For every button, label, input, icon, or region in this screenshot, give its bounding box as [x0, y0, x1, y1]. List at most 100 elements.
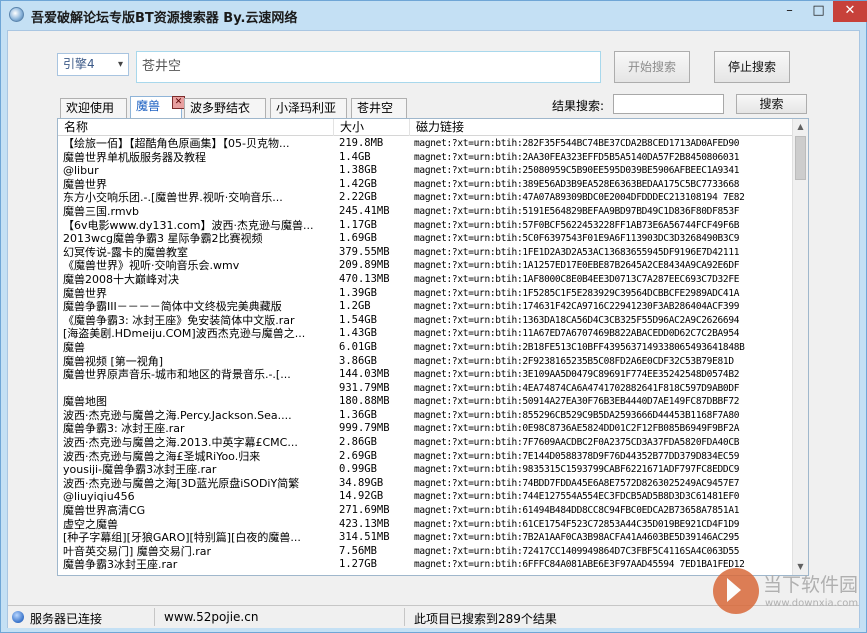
table-row[interactable]: 波西·杰克逊与魔兽之海.Percy.Jackson.Sea.... 1.36GB m… — [58, 409, 793, 423]
chevron-down-icon: ▾ — [117, 59, 123, 70]
results-table: 名称 大小 磁力链接 【绘旅一佰】【超酷角色原画集】【05-贝克物... 219.… — [57, 118, 809, 576]
table-row[interactable]: @libur 1.38GB magnet:?xt=urn:btih:25080959… — [58, 164, 793, 178]
table-row[interactable]: 魔兽争霸III－－－－简体中文终极完美典藏版 1.2GB magnet:?xt=ur… — [58, 300, 793, 314]
cell-size: 1.42GB — [339, 177, 377, 190]
cell-name: 魔兽三国.rmvb — [63, 204, 140, 218]
engine-select[interactable]: 引擎4 ▾ — [57, 53, 129, 76]
cell-magnet: magnet:?xt=urn:btih:0E98C8736AE5824DD01C… — [414, 423, 740, 435]
watermark-name: 当下软件园 — [763, 574, 859, 596]
tab-welcome[interactable]: 欢迎使用 — [60, 98, 127, 118]
cell-name: 魔兽世界原声音乐-城市和地区的背景音乐.-.[... — [63, 368, 291, 382]
cell-name: 魔兽世界 — [63, 177, 107, 191]
cell-magnet: magnet:?xt=urn:btih:7E144D0588378D9F76D4… — [414, 450, 740, 462]
cell-size: 1.27GB — [339, 558, 377, 571]
cell-size: 1.43GB — [339, 327, 377, 340]
table-row[interactable]: 魔兽三国.rmvb 245.41MB magnet:?xt=urn:btih:519… — [58, 205, 793, 219]
site-link[interactable]: www.52pojie.cn — [164, 610, 258, 624]
watermark: 当下软件园 www.downxia.com — [713, 558, 863, 626]
column-header-name[interactable]: 名称 — [58, 119, 334, 136]
table-row[interactable]: 2013wcg魔兽争霸3 星际争霸2比赛视频 1.69GB magnet:?xt=u… — [58, 232, 793, 246]
column-header-size[interactable]: 大小 — [334, 119, 410, 136]
cell-magnet: magnet:?xt=urn:btih:47A07A89309BDC0E2004… — [414, 192, 745, 204]
table-row[interactable]: 魔兽世界高清CG 271.69MB magnet:?xt=urn:btih:6149… — [58, 504, 793, 518]
cell-magnet: magnet:?xt=urn:btih:11A67ED7A6707469B822… — [414, 328, 740, 340]
scroll-thumb[interactable] — [795, 136, 806, 180]
cell-magnet: magnet:?xt=urn:btih:50914A27EA30F76B3EB4… — [414, 396, 740, 408]
table-row[interactable]: 931.79MB magnet:?xt=urn:btih:4EA74874CA6A… — [58, 382, 793, 396]
table-row[interactable]: @liuyiqiu456 14.92GB magnet:?xt=urn:btih:7… — [58, 490, 793, 504]
cell-magnet: magnet:?xt=urn:btih:1A1257ED17E0EBE87B26… — [414, 260, 740, 272]
table-row[interactable]: 魔兽 6.01GB magnet:?xt=urn:btih:2B18FE513C10… — [58, 341, 793, 355]
tab-xiaozemaliya[interactable]: 小泽玛利亚 — [270, 98, 347, 118]
table-row[interactable]: 魔兽争霸3: 冰封王座.rar 999.79MB magnet:?xt=urn:bt… — [58, 422, 793, 436]
start-search-button[interactable]: 开始搜索 — [614, 51, 690, 83]
cell-magnet: magnet:?xt=urn:btih:5191E564829BEFAA9BD9… — [414, 205, 740, 217]
cell-size: 379.55MB — [339, 245, 390, 258]
table-row[interactable]: 叶音英交易门] 魔兽交易门.rar 7.56MB magnet:?xt=urn:bt… — [58, 545, 793, 559]
cell-magnet: magnet:?xt=urn:btih:74BDD7FDDA45E6A8E757… — [414, 477, 740, 489]
tab-label: 波多野结衣 — [190, 101, 251, 115]
cell-magnet: magnet:?xt=urn:btih:282F35F544BC74BE37CD… — [414, 138, 740, 149]
table-row[interactable]: 《魔兽世界》视听·交响音乐会.wmv 209.89MB magnet:?xt=urn… — [58, 259, 793, 273]
table-row[interactable]: 波西·杰克逊与魔兽之海.2013.中英字幕£CMC... 2.86GB magnet… — [58, 436, 793, 450]
cell-size: 209.89MB — [339, 259, 390, 272]
cell-name: 波西·杰克逊与魔兽之海.Percy.Jackson.Sea.... — [63, 408, 292, 422]
table-row[interactable]: 虚空之魔兽 423.13MB magnet:?xt=urn:btih:61CE175… — [58, 518, 793, 532]
minimize-icon[interactable]: – — [775, 1, 804, 22]
cell-magnet: magnet:?xt=urn:btih:855296CB529C9B5DA259… — [414, 409, 740, 421]
table-row[interactable]: 【绘旅一佰】【超酷角色原画集】【05-贝克物... 219.8MB magnet:?… — [58, 137, 793, 151]
cell-name: 波西·杰克逊与魔兽之海.2013.中英字幕£CMC... — [63, 436, 298, 450]
cell-name: 《魔兽争霸3: 冰封王座》免安装简体中文版.rar — [63, 313, 295, 327]
cell-name: 魔兽争霸3冰封王座.rar — [63, 558, 178, 572]
table-row[interactable]: 波西·杰克逊与魔兽之海[3D蓝光原盘iSODiY简繁 34.89GB magnet:… — [58, 477, 793, 491]
stop-search-button[interactable]: 停止搜索 — [714, 51, 790, 83]
cell-magnet: magnet:?xt=urn:btih:2B18FE513C10BFF43956… — [414, 341, 745, 353]
tab-boduoyejieyi[interactable]: 波多野结衣 — [184, 98, 266, 118]
cell-size: 931.79MB — [339, 381, 390, 394]
cell-magnet: magnet:?xt=urn:btih:1F5285C1F5E283929C39… — [414, 287, 740, 299]
cell-name: 魔兽地图 — [63, 395, 107, 409]
status-divider — [404, 608, 405, 626]
cell-name: [海盗美剧.HDmeiju.COM]波西杰克逊与魔兽之... — [63, 327, 306, 341]
table-row[interactable]: 魔兽争霸3冰封王座.rar 1.27GB magnet:?xt=urn:btih:6… — [58, 558, 793, 572]
table-row[interactable]: 《魔兽争霸3: 冰封王座》免安装简体中文版.rar 1.54GB magnet:?x… — [58, 314, 793, 328]
column-header-magnet[interactable]: 磁力链接 — [410, 119, 793, 136]
table-row[interactable]: [种子字幕组][牙狼GARO][特别篇][白夜的魔兽... 314.51MB mag… — [58, 531, 793, 545]
keyword-input[interactable]: 苍井空 — [136, 51, 601, 83]
table-row[interactable]: 魔兽世界 1.42GB magnet:?xt=urn:btih:389E56AD3B… — [58, 178, 793, 192]
vertical-scrollbar[interactable]: ▲ ▼ — [792, 119, 808, 575]
result-search-button[interactable]: 搜索 — [736, 94, 807, 114]
cell-size: 1.4GB — [339, 150, 371, 163]
cell-name: 【6v电影www.dy131.com】波西·杰克逊与魔兽... — [63, 218, 314, 232]
cell-size: 314.51MB — [339, 531, 390, 544]
table-row[interactable]: 魔兽世界 1.39GB magnet:?xt=urn:btih:1F5285C1F5… — [58, 287, 793, 301]
cell-magnet: magnet:?xt=urn:btih:5C0F6397543F01E9A6F1… — [414, 233, 740, 245]
table-row[interactable]: 幻冥传说-露卡的魔兽教室 379.55MB magnet:?xt=urn:btih:… — [58, 246, 793, 260]
table-row[interactable]: 魔兽世界原声音乐-城市和地区的背景音乐.-.[... 144.03MB magnet… — [58, 368, 793, 382]
tab-cangjingkong[interactable]: 苍井空 — [351, 98, 407, 118]
cell-size: 7.56MB — [339, 544, 377, 557]
table-row[interactable]: 魔兽世界单机版服务器及教程 1.4GB magnet:?xt=urn:btih:2A… — [58, 151, 793, 165]
cell-size: 470.13MB — [339, 272, 390, 285]
cell-name: 【绘旅一佰】【超酷角色原画集】【05-贝克物... — [63, 137, 290, 150]
window-title: 吾爱破解论坛专版BT资源搜索器 By.云速网络 — [31, 11, 298, 26]
cell-size: 1.69GB — [339, 232, 377, 245]
table-row[interactable]: 东方小交响乐团.-.[魔兽世界.视听·交响音乐... 2.22GB magnet:?… — [58, 191, 793, 205]
table-row[interactable]: 【6v电影www.dy131.com】波西·杰克逊与魔兽... 1.17GB mag… — [58, 219, 793, 233]
title-bar[interactable]: 吾爱破解论坛专版BT资源搜索器 By.云速网络 – □ ✕ — [1, 1, 867, 29]
table-row[interactable]: yousiji-魔兽争霸3冰封王座.rar 0.99GB magnet:?xt=ur… — [58, 463, 793, 477]
table-row[interactable]: 魔兽2008十大巅峰对决 470.13MB magnet:?xt=urn:btih:… — [58, 273, 793, 287]
cell-name: 魔兽世界 — [63, 286, 107, 300]
table-row[interactable]: 魔兽视频 [第一视角] 3.86GB magnet:?xt=urn:btih:2F9… — [58, 355, 793, 369]
result-search-input[interactable] — [613, 94, 724, 114]
table-row[interactable]: [海盗美剧.HDmeiju.COM]波西杰克逊与魔兽之... 1.43GB magn… — [58, 327, 793, 341]
cell-name: 魔兽2008十大巅峰对决 — [63, 272, 179, 286]
table-body: 【绘旅一佰】【超酷角色原画集】【05-贝克物... 219.8MB magnet:?… — [58, 137, 793, 572]
table-row[interactable]: 波西·杰克逊与魔兽之海£圣城RiYoo.归来 2.69GB magnet:?xt=u… — [58, 450, 793, 464]
close-icon[interactable]: ✕ — [833, 1, 867, 22]
cell-magnet: magnet:?xt=urn:btih:72417CC1409949864D7C… — [414, 545, 740, 557]
scroll-up-icon[interactable]: ▲ — [793, 119, 808, 135]
tab-label: 欢迎使用 — [66, 101, 115, 115]
table-row[interactable]: 魔兽地图 180.88MB magnet:?xt=urn:btih:50914A27… — [58, 395, 793, 409]
maximize-icon[interactable]: □ — [804, 1, 833, 22]
